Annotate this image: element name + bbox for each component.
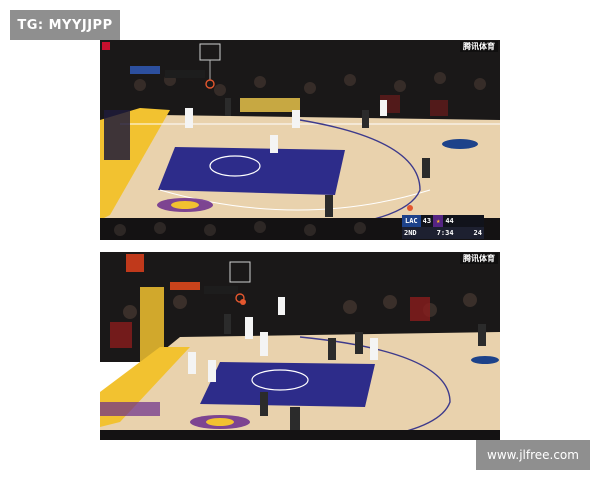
- away-team-label: LAC: [402, 215, 421, 227]
- court-scene-top: [100, 40, 500, 240]
- home-score: 44: [445, 217, 454, 225]
- broadcast-logo-icon: [102, 42, 110, 50]
- broadcast-corner-label: 腾讯体育: [460, 41, 498, 52]
- shot-clock: 24: [473, 229, 482, 237]
- score-bug: LAC 43 ★ 44 2ND 7:34 24: [402, 215, 484, 239]
- broadcast-frame-top: 腾讯体育 LAC 43 ★ 44 2ND 7:34 24: [100, 40, 500, 240]
- court-scene-bottom: [100, 252, 500, 440]
- broadcast-corner-label-bottom: 腾讯体育: [460, 253, 498, 264]
- broadcast-frame-bottom: 腾讯体育: [100, 252, 500, 440]
- away-score: 43: [422, 217, 432, 225]
- home-team-logo-icon: ★: [433, 215, 444, 227]
- period-label: 2ND: [404, 229, 417, 237]
- game-clock: 7:34: [436, 229, 454, 237]
- channel-tag-label: TG: MYYJJPP: [10, 10, 120, 40]
- site-watermark-label: www.jlfree.com: [476, 440, 590, 470]
